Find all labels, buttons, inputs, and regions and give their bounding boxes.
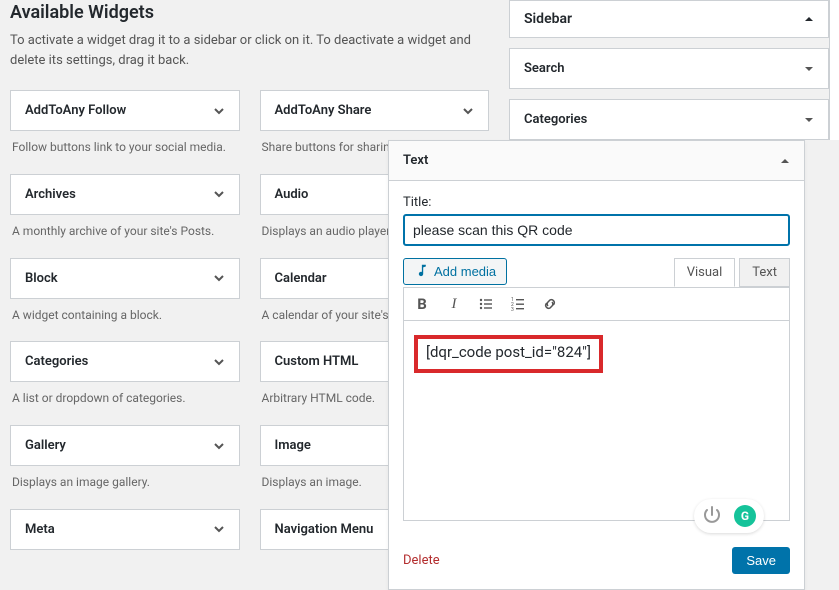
sidebar-widget-label: Search [524,61,565,76]
bold-button[interactable]: B [412,294,432,314]
widget-gallery[interactable]: Gallery [10,425,240,466]
widget-block[interactable]: Block [10,258,240,299]
widget-title-input[interactable] [403,214,790,246]
adjacent-panel-edge [829,0,839,140]
numbered-list-button[interactable]: 123 [508,294,528,314]
bullet-list-button[interactable] [476,294,496,314]
widgets-description: To activate a widget drag it to a sideba… [10,31,489,70]
sidebar-widget-search[interactable]: Search [509,48,829,89]
caret-up-icon [780,156,790,166]
sidebar-title: Sidebar [524,11,572,27]
widget-label: Gallery [25,438,66,453]
chevron-down-icon [213,523,225,535]
add-media-button[interactable]: Add media [403,258,507,285]
sidebar-area-header[interactable]: Sidebar [509,0,829,38]
widget-label: Calendar [275,271,327,286]
grammarly-icon[interactable]: G [734,505,756,527]
widget-desc: A list or dropdown of categories. [10,382,240,421]
music-note-icon [414,263,428,280]
chevron-down-icon [213,440,225,452]
title-label: Title: [403,195,790,210]
widget-desc: A widget containing a block. [10,299,240,338]
widget-categories[interactable]: Categories [10,341,240,382]
italic-button[interactable]: I [444,294,464,314]
widget-desc [10,550,240,572]
widget-label: Custom HTML [275,354,359,369]
widget-archives[interactable]: Archives [10,174,240,215]
widget-desc: Follow buttons link to your social media… [10,131,240,170]
chevron-down-icon [213,356,225,368]
editor-toolbar: B I 123 [403,287,790,321]
save-button[interactable]: Save [732,547,790,574]
widget-desc: A monthly archive of your site's Posts. [10,215,240,254]
caret-up-icon [804,14,814,24]
widget-label: Image [275,438,311,453]
chevron-down-icon [462,105,474,117]
power-icon[interactable] [702,505,724,527]
widget-label: AddToAny Share [275,103,372,118]
delete-link[interactable]: Delete [403,553,440,568]
caret-down-icon [804,64,814,74]
text-widget-editor: Text Title: Add media Visual Text B I 12… [388,140,805,590]
widget-label: Block [25,271,58,286]
tab-visual[interactable]: Visual [674,258,736,287]
svg-text:3: 3 [511,307,514,312]
sidebar-widget-label: Categories [524,112,587,127]
widget-label: Archives [25,187,76,202]
chevron-down-icon [213,272,225,284]
editor-content-area[interactable]: [dqr_code post_id="824"] [403,321,790,521]
chevron-down-icon [213,105,225,117]
sidebar-widget-categories[interactable]: Categories [509,99,829,140]
widget-addtoany-share[interactable]: AddToAny Share [260,90,490,131]
widget-desc: Displays an image gallery. [10,466,240,505]
widget-meta[interactable]: Meta [10,509,240,550]
widget-label: Meta [25,522,55,537]
widget-label: Navigation Menu [275,522,374,537]
editor-header[interactable]: Text [389,141,804,181]
tab-text[interactable]: Text [739,258,790,287]
floating-extension-controls: G [694,499,764,533]
editor-header-label: Text [403,153,428,168]
widget-label: AddToAny Follow [25,103,126,118]
available-widgets-heading: Available Widgets [10,2,489,23]
chevron-down-icon [213,188,225,200]
link-button[interactable] [540,294,560,314]
add-media-label: Add media [434,264,496,279]
caret-down-icon [804,115,814,125]
shortcode-highlight: [dqr_code post_id="824"] [414,335,603,373]
widget-addtoany-follow[interactable]: AddToAny Follow [10,90,240,131]
widget-label: Audio [275,187,309,202]
widget-label: Categories [25,354,88,369]
